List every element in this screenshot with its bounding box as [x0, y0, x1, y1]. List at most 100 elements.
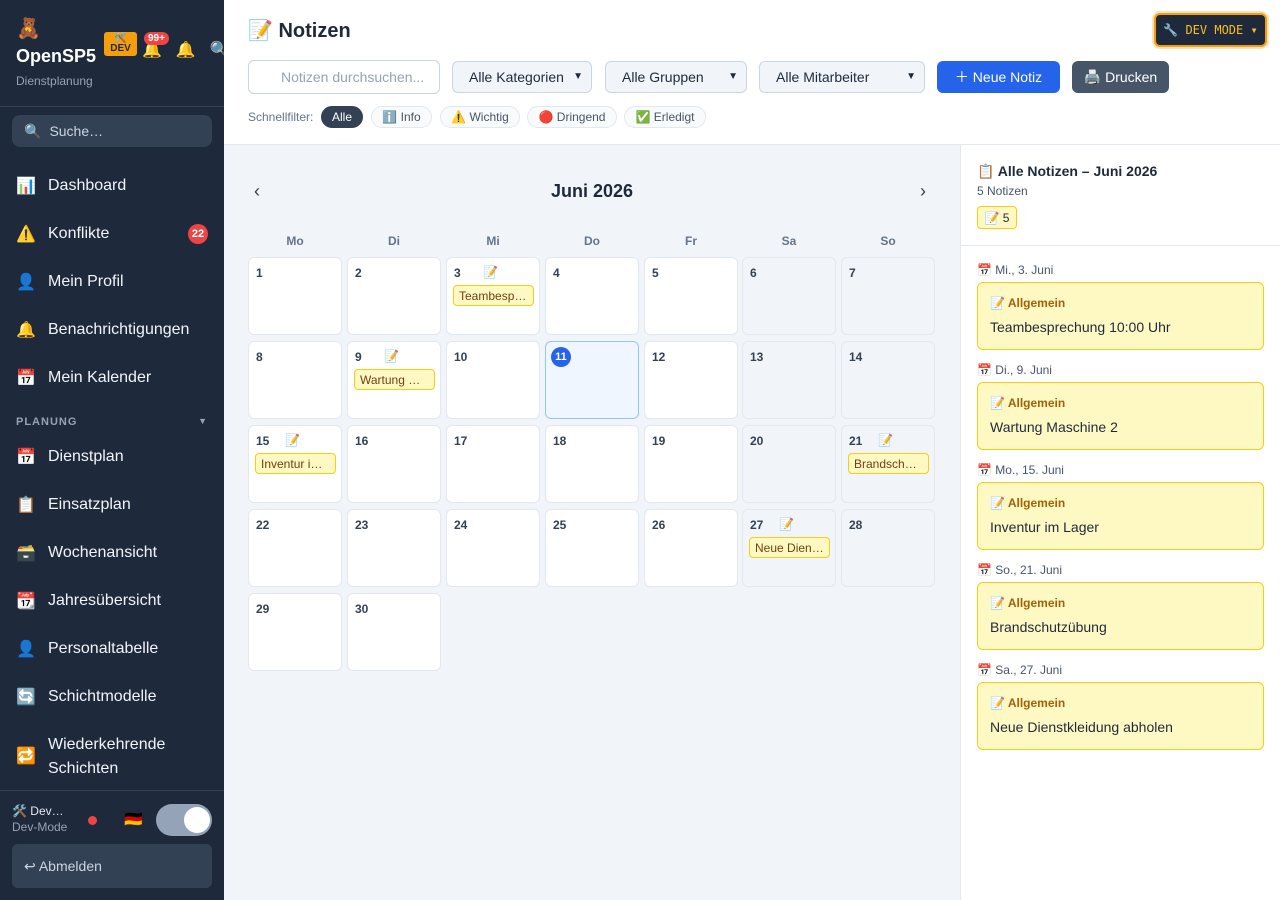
- memo-icon: 📝: [779, 517, 794, 531]
- memo-icon: 📝: [248, 20, 273, 42]
- german-flag-icon[interactable]: 🇩🇪: [124, 810, 143, 828]
- quickfilter-alle[interactable]: Alle: [321, 106, 363, 128]
- prev-month-button[interactable]: ‹: [254, 181, 260, 202]
- chevron-down-icon: ▼: [906, 71, 916, 82]
- memo-icon: 📝: [285, 433, 300, 447]
- user-name: 🛠️ Dev…: [12, 804, 64, 818]
- day-cell[interactable]: 10: [446, 341, 540, 419]
- sidebar-item-jahresuebersicht[interactable]: 📆 Jahresübersicht: [0, 579, 224, 623]
- app-name: OpenSP5: [16, 46, 97, 66]
- quickfilter-erledigt[interactable]: ✅ Erledigt: [624, 106, 706, 128]
- group-select[interactable]: Alle Gruppen ▼: [605, 61, 747, 93]
- dev-badge: 🛠️ DEV: [104, 32, 137, 56]
- quickfilter-wichtig[interactable]: ⚠️ Wichtig: [440, 106, 520, 128]
- day-cell[interactable]: 3 📝 Teambesprechung 10:00 Uhr: [446, 257, 540, 335]
- employee-select[interactable]: Alle Mitarbeiter ▼: [759, 61, 925, 93]
- day-cell[interactable]: 12: [644, 341, 738, 419]
- day-cell[interactable]: 8: [248, 341, 342, 419]
- sidebar-item-einsatzplan[interactable]: 📋 Einsatzplan: [0, 483, 224, 527]
- day-cell[interactable]: 23: [347, 509, 441, 587]
- repeat-icon: 🔁: [16, 748, 36, 765]
- sidebar-search[interactable]: 🔍 Suche…: [12, 115, 212, 147]
- category-select[interactable]: Alle Kategorien ▼: [452, 61, 592, 93]
- sidebar-item-schichtmodelle[interactable]: 🔄 Schichtmodelle: [0, 675, 224, 719]
- chevron-down-icon: ▼: [573, 71, 583, 82]
- sidebar-item-benachrichtigungen[interactable]: 🔔 Benachrichtigungen: [0, 308, 224, 352]
- calendar-note[interactable]: Wartung Maschine 2: [354, 369, 435, 390]
- sidebar-item-mein-kalender[interactable]: 📅 Mein Kalender: [0, 356, 224, 400]
- day-cell[interactable]: 27 📝 Neue Dienstkleidung abholen: [742, 509, 836, 587]
- theme-toggle[interactable]: [156, 804, 212, 836]
- day-cell[interactable]: 21 📝 Brandschutzübung: [841, 425, 935, 503]
- day-cell[interactable]: 5: [644, 257, 738, 335]
- sidebar-item-wochenansicht[interactable]: 🗃️ Wochenansicht: [0, 531, 224, 575]
- sidebar-item-dashboard[interactable]: 📊 Dashboard: [0, 164, 224, 208]
- quickfilter-dringend[interactable]: 🔴 Dringend: [527, 106, 617, 128]
- sidebar-item-label: Dashboard: [48, 177, 127, 194]
- day-cell[interactable]: 6: [742, 257, 836, 335]
- day-cell[interactable]: 19: [644, 425, 738, 503]
- sidebar-item-label: Schichtmodelle: [48, 688, 157, 705]
- note-date: 📅 So., 21. Juni: [977, 563, 1062, 577]
- sidebar-item-konflikte[interactable]: ⚠️ Konflikte 22: [0, 212, 224, 256]
- day-cell[interactable]: 2: [347, 257, 441, 335]
- day-cell[interactable]: 24: [446, 509, 540, 587]
- print-button[interactable]: 🖨️ Drucken: [1072, 61, 1169, 93]
- dev-mode-button[interactable]: 🔧 DEV MODE ▾: [1154, 13, 1267, 47]
- note-card[interactable]: 📝 Allgemein Brandschutzübung: [977, 582, 1264, 650]
- day-cell[interactable]: 14: [841, 341, 935, 419]
- sidebar-item-label: Mein Profil: [48, 273, 124, 290]
- day-cell[interactable]: 4: [545, 257, 639, 335]
- day-cell-today[interactable]: 11: [545, 341, 639, 419]
- sidebar-top-icons: 🔔 99+ 🔔 🔍: [142, 32, 230, 60]
- sidebar-item-mein-profil[interactable]: 👤 Mein Profil: [0, 260, 224, 304]
- sidebar-item-dienstplan[interactable]: 📅 Dienstplan: [0, 435, 224, 479]
- note-card[interactable]: 📝 Allgemein Teambesprechung 10:00 Uhr: [977, 282, 1264, 350]
- calendar-note[interactable]: Inventur im Lager: [255, 453, 336, 474]
- day-number: 29: [256, 602, 270, 616]
- calendar-note[interactable]: Brandschutzübung: [848, 453, 929, 474]
- nav-section-planung[interactable]: PLANUNG ▼: [16, 416, 208, 428]
- day-cell[interactable]: 13: [742, 341, 836, 419]
- note-card[interactable]: 📝 Allgemein Neue Dienstkleidung abholen: [977, 682, 1264, 750]
- day-number: 17: [454, 434, 468, 448]
- day-cell[interactable]: 20: [742, 425, 836, 503]
- day-cell[interactable]: 18: [545, 425, 639, 503]
- note-text: Neue Dienstkleidung abholen: [990, 719, 1173, 735]
- note-card[interactable]: 📝 Allgemein Wartung Maschine 2: [977, 382, 1264, 450]
- note-card[interactable]: 📝 Allgemein Inventur im Lager: [977, 482, 1264, 550]
- calendar-note[interactable]: Teambesprechung 10:00 Uhr: [453, 285, 534, 306]
- day-number: 30: [355, 602, 369, 616]
- day-number: 22: [256, 518, 270, 532]
- sidebar-item-personaltabelle[interactable]: 👤 Personaltabelle: [0, 627, 224, 671]
- new-note-button[interactable]: ＋ Neue Notiz: [937, 61, 1060, 93]
- weekday-header: Mi: [486, 234, 500, 248]
- day-cell[interactable]: 22: [248, 509, 342, 587]
- day-cell[interactable]: 17: [446, 425, 540, 503]
- notification-bell-button[interactable]: 🔔 99+: [142, 32, 169, 60]
- calendar-note[interactable]: Neue Dienstkleidung abholen: [749, 537, 830, 558]
- day-number: 5: [652, 266, 659, 280]
- day-cell[interactable]: 26: [644, 509, 738, 587]
- day-number: 3: [454, 266, 461, 280]
- day-cell[interactable]: 7: [841, 257, 935, 335]
- day-cell[interactable]: 15 📝 Inventur im Lager: [248, 425, 342, 503]
- day-cell[interactable]: 29: [248, 593, 342, 671]
- logout-button[interactable]: ↩ Abmelden: [12, 844, 212, 888]
- notes-search-input[interactable]: [248, 60, 440, 94]
- day-cell[interactable]: 28: [841, 509, 935, 587]
- day-cell[interactable]: 30: [347, 593, 441, 671]
- bell-outline-icon[interactable]: 🔔: [176, 40, 196, 60]
- notes-list-panel: 📋 Alle Notizen – Juni 2026 5 Notizen 📝 5…: [960, 145, 1280, 900]
- quickfilter-info[interactable]: ℹ️ Info: [371, 106, 432, 128]
- day-cell[interactable]: 16: [347, 425, 441, 503]
- sidebar-item-wiederkehrende-schichten[interactable]: 🔁 Wiederkehrende Schichten: [0, 729, 224, 785]
- day-cell[interactable]: 25: [545, 509, 639, 587]
- calendar-icon: 📅: [16, 449, 36, 466]
- weekday-header: Mo: [286, 234, 304, 248]
- day-number: 26: [652, 518, 666, 532]
- next-month-button[interactable]: ›: [920, 181, 926, 202]
- note-type-count-chip[interactable]: 📝 5: [977, 206, 1017, 229]
- day-cell[interactable]: 9 📝 Wartung Maschine 2: [347, 341, 441, 419]
- day-cell[interactable]: 1: [248, 257, 342, 335]
